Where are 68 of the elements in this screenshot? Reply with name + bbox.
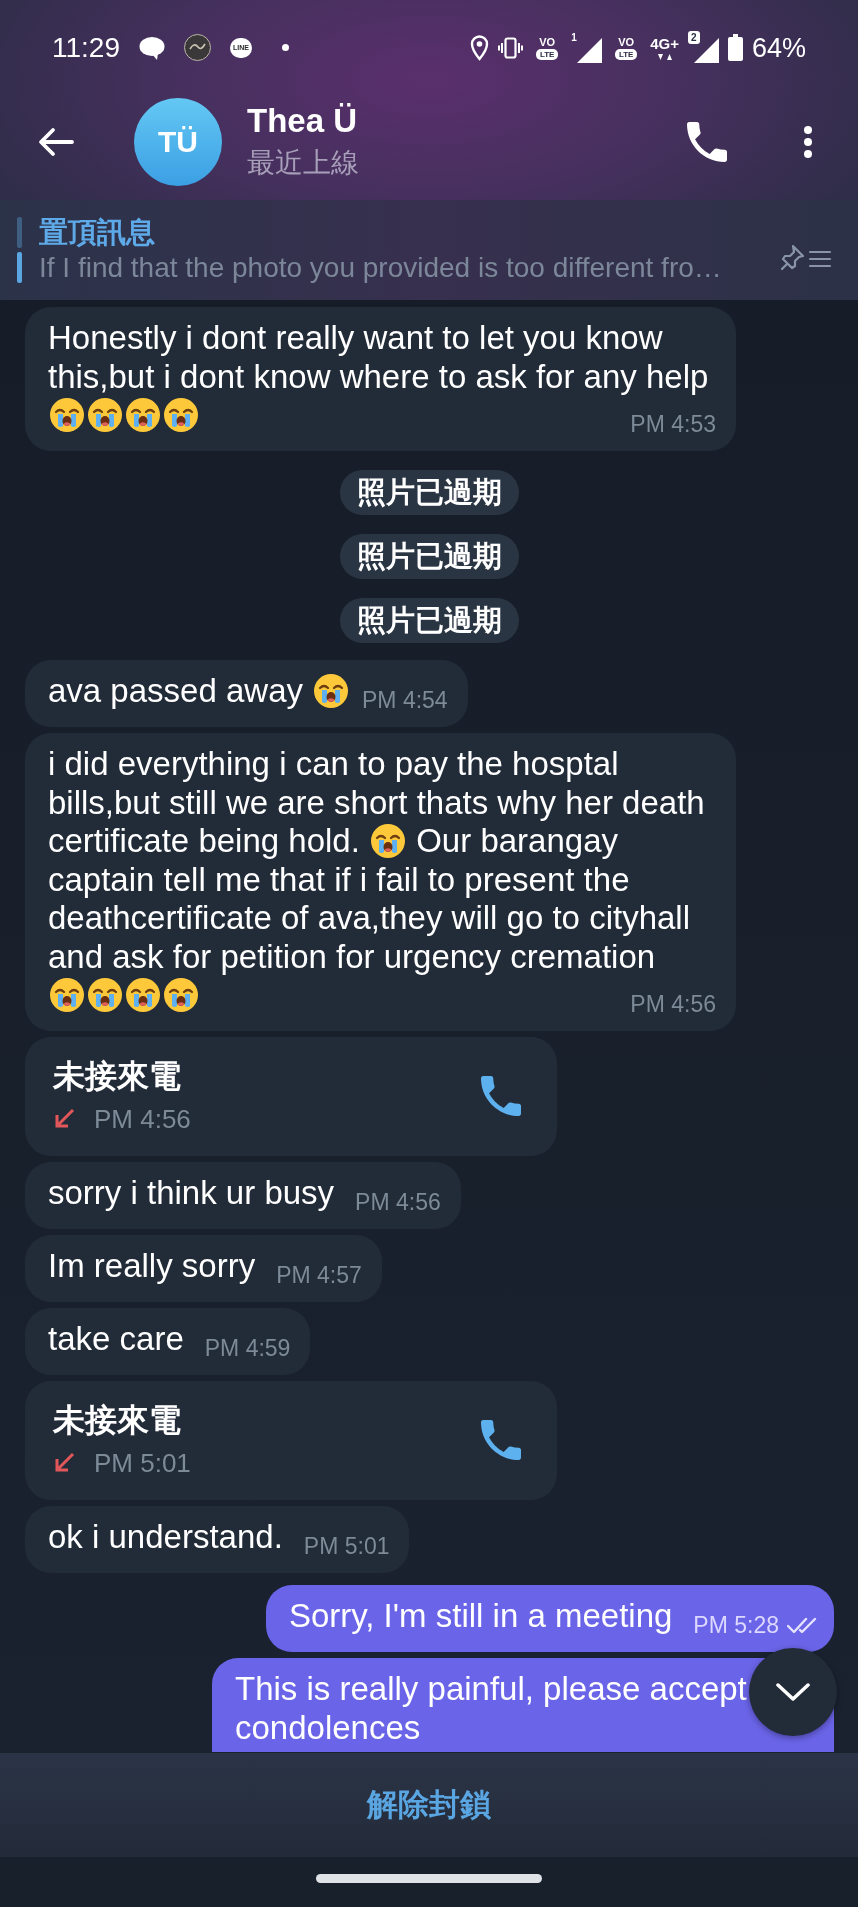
unblock-button[interactable]: 解除封鎖 [0, 1753, 858, 1857]
round-app-icon [184, 34, 211, 61]
pinned-position-indicator [17, 217, 22, 283]
message-text: ava passed away [48, 672, 303, 711]
gesture-handle[interactable] [316, 1874, 542, 1883]
missed-call-arrow-icon [53, 1452, 75, 1474]
lte-badge: LTE [614, 48, 638, 60]
signal-icon [577, 37, 603, 63]
crying-face-icon [87, 977, 123, 1013]
crying-face-icon [49, 977, 85, 1013]
call-time: PM 5:01 [94, 1447, 191, 1479]
message-text: This is really painful, please accept condolences [235, 1670, 748, 1747]
vibrate-icon [498, 36, 524, 59]
message-time: PM 4:59 [204, 1337, 291, 1359]
service-message: 照片已過期 [340, 598, 519, 643]
message-text: Sorry, I'm still in a meeting [288, 1597, 673, 1636]
message-time: PM 4:54 [362, 689, 448, 711]
call-time: PM 4:56 [94, 1103, 191, 1135]
lte-badge: LTE [535, 48, 559, 60]
call-title: 未接來電 [53, 1401, 181, 1440]
last-seen-status: 最近上線 [247, 146, 359, 180]
missed-call-arrow-icon [53, 1108, 75, 1130]
phone-icon[interactable] [687, 122, 727, 162]
message-text: i did everything i can to pay the hosptal bills,but still we are short thats why her death certificate being hold. Our barangay captain tell me that if i fail to present the deathcertificate of ava,they will go to cityhall and ask for petition for urgency cremation [48, 745, 706, 976]
battery-percentage: 64% [751, 31, 806, 64]
call-back-phone-icon[interactable] [481, 1075, 521, 1116]
pinned-list-icon[interactable] [780, 244, 832, 272]
pinned-message-bar[interactable]: 置頂訊息 If I find that the photo you provided is too different fro… [0, 200, 858, 300]
battery-icon [727, 34, 743, 61]
crying-face-icon [163, 977, 199, 1013]
service-message: 照片已過期 [340, 534, 519, 579]
message-text: ok i understand. [48, 1518, 283, 1557]
volte-label: VO [539, 35, 556, 48]
message-text: Im really sorry [48, 1247, 256, 1286]
status-time: 11:29 [52, 31, 120, 64]
crying-face-icon [163, 397, 199, 433]
call-back-phone-icon[interactable] [481, 1419, 521, 1460]
location-pin-icon [470, 34, 490, 61]
network-type: 4G+ [650, 35, 679, 52]
pinned-message-preview: If I find that the photo you provided is too different fro… [39, 251, 722, 285]
more-options-icon[interactable] [803, 125, 813, 159]
volte-label: VO [618, 35, 635, 48]
contact-name: Thea Ü [247, 103, 358, 139]
crying-face-icon [49, 397, 85, 433]
message-text: sorry i think ur busy [48, 1174, 335, 1213]
message-time: PM 4:53 [630, 413, 716, 435]
message-time: PM 5:01 [303, 1535, 390, 1557]
message-time: PM 4:57 [276, 1264, 362, 1286]
message-time: PM 4:56 [630, 993, 716, 1015]
pinned-title: 置頂訊息 [39, 215, 155, 250]
call-title: 未接來電 [53, 1057, 181, 1096]
dot-icon [281, 44, 289, 51]
message-text: Honestly i dont really want to let you know this,but i dont know where to ask for any help [48, 319, 710, 396]
speech-bubble-icon [139, 35, 165, 60]
sim-slot-badge: 2 [687, 30, 700, 44]
service-message: 照片已過期 [340, 470, 519, 515]
crying-face-icon [125, 397, 161, 433]
crying-face-icon [125, 977, 161, 1013]
message-time: PM 4:56 [355, 1191, 441, 1213]
chevron-down-icon [776, 1682, 810, 1702]
back-arrow-icon[interactable] [38, 127, 74, 157]
crying-face-icon [313, 673, 349, 709]
message-text: take care [48, 1320, 184, 1359]
data-arrows-icon [657, 53, 672, 60]
crying-face-icon [370, 823, 407, 859]
crying-face-icon [87, 397, 123, 433]
sim-slot-number: 1 [571, 31, 577, 43]
message-time: PM 5:28 [693, 1614, 779, 1636]
